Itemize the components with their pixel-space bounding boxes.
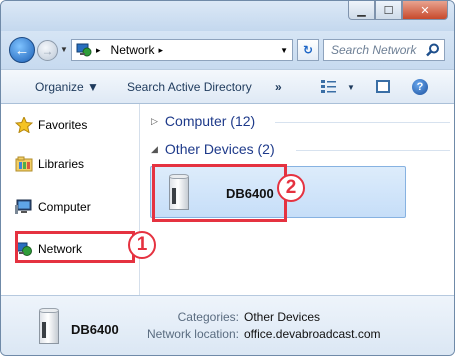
close-button[interactable]: ✕ — [402, 1, 448, 20]
title-bar[interactable]: ▁ ☐ ✕ — [1, 1, 454, 31]
explorer-window: ▁ ☐ ✕ ← → ▼ ▸ Network ▸ ▼ ↻ Search Netwo… — [0, 0, 455, 356]
group-header-other-devices[interactable]: ◢ Other Devices (2) — [151, 141, 450, 157]
network-icon — [76, 43, 92, 57]
sidebar-item-label: Computer — [38, 200, 91, 214]
callout-highlight-device — [152, 164, 287, 222]
address-row: ← → ▼ ▸ Network ▸ ▼ ↻ Search Network — [1, 31, 454, 69]
recent-pages-dropdown[interactable]: ▼ — [60, 45, 68, 54]
window-controls: ▁ ☐ ✕ — [348, 1, 448, 20]
refresh-button[interactable]: ↻ — [297, 39, 319, 61]
command-bar: Organize ▼ Search Active Directory » ▼ ? — [1, 69, 454, 104]
search-active-directory-button[interactable]: Search Active Directory — [127, 80, 252, 94]
group-header-computer[interactable]: ▷ Computer (12) — [151, 113, 450, 129]
back-arrow-icon: ← — [14, 41, 30, 59]
search-icon[interactable] — [426, 43, 440, 57]
preview-pane-icon[interactable] — [376, 80, 390, 93]
search-placeholder: Search Network — [331, 43, 417, 57]
collapse-arrow-icon[interactable]: ◢ — [151, 144, 158, 155]
details-device-name: DB6400 — [71, 322, 119, 337]
more-commands-button[interactable]: » — [275, 80, 282, 94]
callout-highlight-network — [15, 231, 135, 263]
breadcrumb-separator-icon[interactable]: ▸ — [159, 45, 164, 56]
search-input[interactable]: Search Network — [323, 39, 445, 61]
sidebar-item-libraries[interactable]: Libraries — [15, 156, 84, 172]
group-divider — [296, 150, 450, 151]
maximize-button[interactable]: ☐ — [375, 1, 402, 20]
group-divider — [275, 122, 450, 123]
details-location-value: office.devabroadcast.com — [244, 327, 381, 341]
view-dropdown-icon[interactable]: ▼ — [347, 83, 355, 92]
minimize-icon: ▁ — [357, 4, 366, 17]
callout-badge-1: 1 — [128, 231, 156, 259]
sidebar-item-label: Libraries — [38, 157, 85, 171]
group-label: Computer (12) — [164, 113, 256, 129]
sidebar-item-favorites[interactable]: Favorites — [15, 117, 87, 133]
network-device-icon — [37, 308, 61, 346]
forward-arrow-icon: → — [41, 43, 54, 58]
star-icon — [15, 117, 33, 133]
details-pane: DB6400 Categories: Other Devices Network… — [1, 295, 454, 355]
details-categories-value: Other Devices — [244, 310, 321, 324]
forward-button[interactable]: → — [37, 40, 58, 61]
breadcrumb-network[interactable]: Network — [111, 43, 155, 57]
help-icon[interactable]: ? — [412, 79, 428, 95]
breadcrumb-separator-icon[interactable]: ▸ — [96, 45, 101, 56]
sidebar-item-computer[interactable]: Computer — [15, 199, 91, 215]
navigation-pane: Favorites Libraries Computer Network — [1, 104, 140, 295]
refresh-icon: ↻ — [302, 43, 314, 57]
back-button[interactable]: ← — [9, 37, 35, 63]
group-label: Other Devices (2) — [164, 141, 275, 157]
details-categories-label: Categories: — [177, 310, 239, 324]
libraries-folder-icon — [15, 156, 33, 172]
sidebar-item-label: Favorites — [38, 118, 88, 132]
expand-arrow-icon[interactable]: ▷ — [151, 116, 158, 127]
organize-menu[interactable]: Organize ▼ — [35, 80, 99, 94]
details-location-label: Network location: — [146, 327, 239, 341]
address-dropdown-icon[interactable]: ▼ — [280, 46, 288, 55]
maximize-icon: ☐ — [383, 4, 394, 17]
close-icon: ✕ — [420, 4, 430, 17]
change-view-icon[interactable] — [321, 79, 337, 93]
minimize-button[interactable]: ▁ — [348, 1, 375, 20]
address-bar[interactable]: ▸ Network ▸ ▼ — [71, 39, 293, 61]
computer-icon — [15, 199, 32, 214]
callout-badge-2: 2 — [277, 174, 305, 202]
